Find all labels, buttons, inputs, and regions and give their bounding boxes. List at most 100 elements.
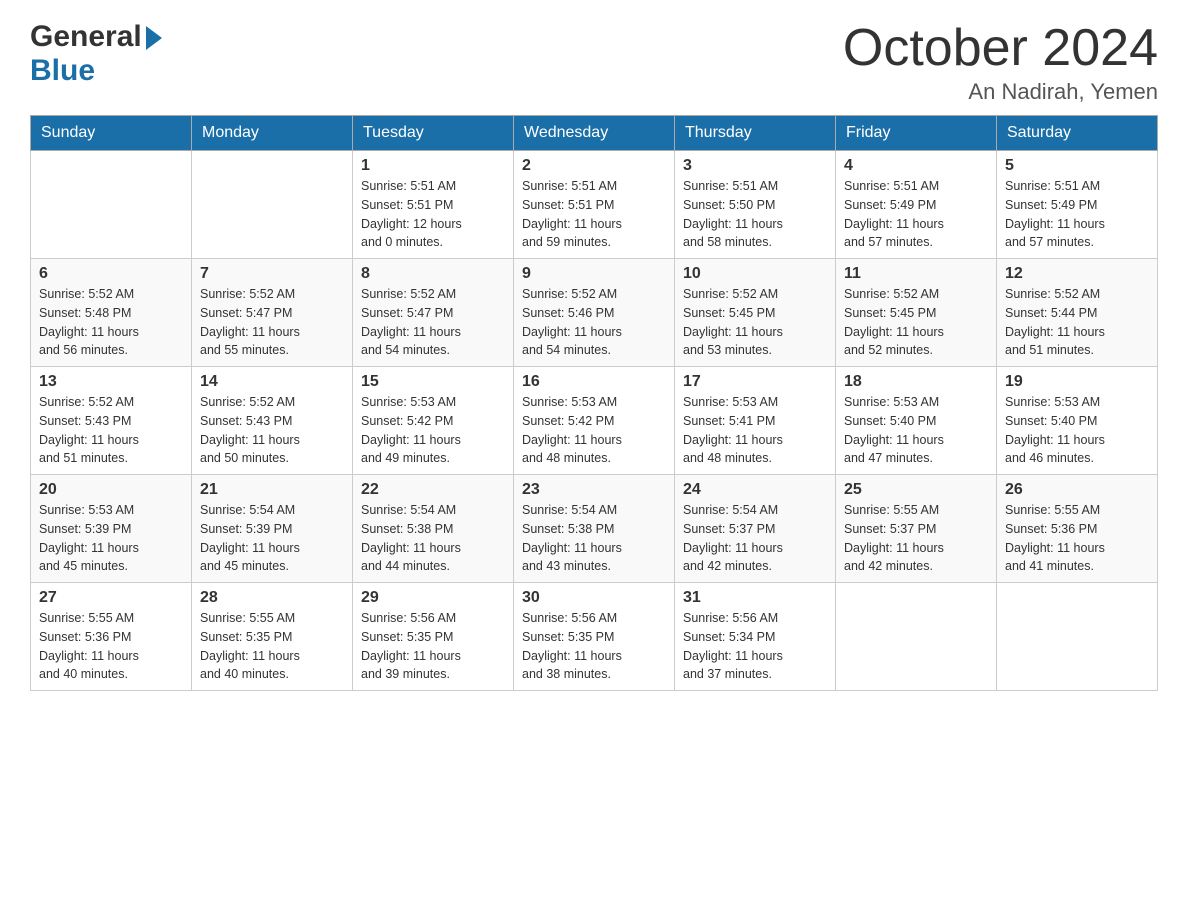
calendar-cell: 18Sunrise: 5:53 AM Sunset: 5:40 PM Dayli… xyxy=(836,367,997,475)
title-section: October 2024 An Nadirah, Yemen xyxy=(843,20,1158,105)
calendar-table: SundayMondayTuesdayWednesdayThursdayFrid… xyxy=(30,115,1158,691)
day-number: 25 xyxy=(844,481,988,499)
day-info: Sunrise: 5:53 AM Sunset: 5:40 PM Dayligh… xyxy=(1005,393,1149,468)
day-info: Sunrise: 5:51 AM Sunset: 5:51 PM Dayligh… xyxy=(522,177,666,252)
logo-general-text: General xyxy=(30,20,142,54)
calendar-cell: 27 Sunrise: 5:55 AM Sunset: 5:36 PM Dayli… xyxy=(31,583,192,691)
day-number: 24 xyxy=(683,481,827,499)
day-info: Sunrise: 5:54 AM Sunset: 5:38 PM Dayligh… xyxy=(361,501,505,576)
day-info: Sunrise: 5:55 AM Sunset: 5:37 PM Dayligh… xyxy=(844,501,988,576)
calendar-week-row: 13 Sunrise: 5:52 AM Sunset: 5:43 PM Dayli… xyxy=(31,367,1158,475)
weekday-header-thursday: Thursday xyxy=(675,116,836,151)
day-number: 6 xyxy=(39,265,183,283)
calendar-week-row: 1 Sunrise: 5:51 AM Sunset: 5:51 PM Daylig… xyxy=(31,151,1158,259)
logo: General Blue xyxy=(30,20,162,88)
day-number: 7 xyxy=(200,265,344,283)
logo-arrow-icon xyxy=(146,26,162,50)
weekday-header-saturday: Saturday xyxy=(997,116,1158,151)
day-number: 28 xyxy=(200,589,344,607)
calendar-cell xyxy=(192,151,353,259)
day-info: Sunrise: 5:56 AM Sunset: 5:34 PM Dayligh… xyxy=(683,609,827,684)
day-number: 16 xyxy=(522,373,666,391)
day-info: Sunrise: 5:55 AM Sunset: 5:35 PM Dayligh… xyxy=(200,609,344,684)
day-info: Sunrise: 5:52 AM Sunset: 5:43 PM Dayligh… xyxy=(39,393,183,468)
logo-blue-text: Blue xyxy=(30,54,95,88)
calendar-cell: 26Sunrise: 5:55 AM Sunset: 5:36 PM Dayli… xyxy=(997,475,1158,583)
calendar-cell: 9 Sunrise: 5:52 AM Sunset: 5:46 PM Daylig… xyxy=(514,259,675,367)
day-info: Sunrise: 5:54 AM Sunset: 5:39 PM Dayligh… xyxy=(200,501,344,576)
calendar-cell: 2 Sunrise: 5:51 AM Sunset: 5:51 PM Daylig… xyxy=(514,151,675,259)
calendar-cell: 11 Sunrise: 5:52 AM Sunset: 5:45 PM Dayli… xyxy=(836,259,997,367)
day-info: Sunrise: 5:53 AM Sunset: 5:40 PM Dayligh… xyxy=(844,393,988,468)
day-number: 27 xyxy=(39,589,183,607)
calendar-cell: 19 Sunrise: 5:53 AM Sunset: 5:40 PM Dayli… xyxy=(997,367,1158,475)
day-info: Sunrise: 5:55 AM Sunset: 5:36 PM Dayligh… xyxy=(1005,501,1149,576)
day-number: 11 xyxy=(844,265,988,283)
day-info: Sunrise: 5:52 AM Sunset: 5:45 PM Dayligh… xyxy=(844,285,988,360)
calendar-cell: 13 Sunrise: 5:52 AM Sunset: 5:43 PM Dayli… xyxy=(31,367,192,475)
weekday-header-row: SundayMondayTuesdayWednesdayThursdayFrid… xyxy=(31,116,1158,151)
page-header: General Blue October 2024 An Nadirah, Ye… xyxy=(30,20,1158,105)
day-number: 4 xyxy=(844,157,988,175)
calendar-cell: 22 Sunrise: 5:54 AM Sunset: 5:38 PM Dayli… xyxy=(353,475,514,583)
calendar-cell: 5 Sunrise: 5:51 AM Sunset: 5:49 PM Daylig… xyxy=(997,151,1158,259)
weekday-header-tuesday: Tuesday xyxy=(353,116,514,151)
day-number: 31 xyxy=(683,589,827,607)
calendar-cell xyxy=(997,583,1158,691)
calendar-cell xyxy=(31,151,192,259)
day-info: Sunrise: 5:51 AM Sunset: 5:49 PM Dayligh… xyxy=(1005,177,1149,252)
day-number: 8 xyxy=(361,265,505,283)
day-info: Sunrise: 5:56 AM Sunset: 5:35 PM Dayligh… xyxy=(361,609,505,684)
day-number: 22 xyxy=(361,481,505,499)
day-number: 10 xyxy=(683,265,827,283)
calendar-cell: 15 Sunrise: 5:53 AM Sunset: 5:42 PM Dayli… xyxy=(353,367,514,475)
calendar-cell: 16 Sunrise: 5:53 AM Sunset: 5:42 PM Dayli… xyxy=(514,367,675,475)
day-info: Sunrise: 5:52 AM Sunset: 5:44 PM Dayligh… xyxy=(1005,285,1149,360)
calendar-cell: 28 Sunrise: 5:55 AM Sunset: 5:35 PM Dayli… xyxy=(192,583,353,691)
day-info: Sunrise: 5:53 AM Sunset: 5:39 PM Dayligh… xyxy=(39,501,183,576)
day-number: 21 xyxy=(200,481,344,499)
day-info: Sunrise: 5:51 AM Sunset: 5:49 PM Dayligh… xyxy=(844,177,988,252)
month-title: October 2024 xyxy=(843,20,1158,77)
day-info: Sunrise: 5:51 AM Sunset: 5:50 PM Dayligh… xyxy=(683,177,827,252)
day-info: Sunrise: 5:52 AM Sunset: 5:47 PM Dayligh… xyxy=(200,285,344,360)
day-number: 15 xyxy=(361,373,505,391)
weekday-header-sunday: Sunday xyxy=(31,116,192,151)
calendar-cell: 30Sunrise: 5:56 AM Sunset: 5:35 PM Dayli… xyxy=(514,583,675,691)
calendar-cell: 20 Sunrise: 5:53 AM Sunset: 5:39 PM Dayli… xyxy=(31,475,192,583)
calendar-cell: 6 Sunrise: 5:52 AM Sunset: 5:48 PM Daylig… xyxy=(31,259,192,367)
day-number: 13 xyxy=(39,373,183,391)
weekday-header-wednesday: Wednesday xyxy=(514,116,675,151)
day-number: 5 xyxy=(1005,157,1149,175)
day-number: 20 xyxy=(39,481,183,499)
day-info: Sunrise: 5:52 AM Sunset: 5:46 PM Dayligh… xyxy=(522,285,666,360)
day-number: 1 xyxy=(361,157,505,175)
calendar-cell: 23 Sunrise: 5:54 AM Sunset: 5:38 PM Dayli… xyxy=(514,475,675,583)
day-number: 19 xyxy=(1005,373,1149,391)
day-info: Sunrise: 5:53 AM Sunset: 5:42 PM Dayligh… xyxy=(361,393,505,468)
day-info: Sunrise: 5:54 AM Sunset: 5:38 PM Dayligh… xyxy=(522,501,666,576)
day-number: 3 xyxy=(683,157,827,175)
day-info: Sunrise: 5:53 AM Sunset: 5:42 PM Dayligh… xyxy=(522,393,666,468)
calendar-cell: 14Sunrise: 5:52 AM Sunset: 5:43 PM Dayli… xyxy=(192,367,353,475)
day-number: 2 xyxy=(522,157,666,175)
day-info: Sunrise: 5:52 AM Sunset: 5:47 PM Dayligh… xyxy=(361,285,505,360)
weekday-header-monday: Monday xyxy=(192,116,353,151)
calendar-cell: 21 Sunrise: 5:54 AM Sunset: 5:39 PM Dayli… xyxy=(192,475,353,583)
day-info: Sunrise: 5:53 AM Sunset: 5:41 PM Dayligh… xyxy=(683,393,827,468)
calendar-cell: 29 Sunrise: 5:56 AM Sunset: 5:35 PM Dayli… xyxy=(353,583,514,691)
calendar-week-row: 6 Sunrise: 5:52 AM Sunset: 5:48 PM Daylig… xyxy=(31,259,1158,367)
calendar-cell: 3 Sunrise: 5:51 AM Sunset: 5:50 PM Daylig… xyxy=(675,151,836,259)
day-info: Sunrise: 5:55 AM Sunset: 5:36 PM Dayligh… xyxy=(39,609,183,684)
day-number: 14 xyxy=(200,373,344,391)
day-info: Sunrise: 5:52 AM Sunset: 5:45 PM Dayligh… xyxy=(683,285,827,360)
day-number: 29 xyxy=(361,589,505,607)
day-number: 23 xyxy=(522,481,666,499)
day-info: Sunrise: 5:52 AM Sunset: 5:48 PM Dayligh… xyxy=(39,285,183,360)
calendar-cell xyxy=(836,583,997,691)
calendar-cell: 8 Sunrise: 5:52 AM Sunset: 5:47 PM Daylig… xyxy=(353,259,514,367)
weekday-header-friday: Friday xyxy=(836,116,997,151)
calendar-cell: 10 Sunrise: 5:52 AM Sunset: 5:45 PM Dayli… xyxy=(675,259,836,367)
day-number: 9 xyxy=(522,265,666,283)
calendar-week-row: 27 Sunrise: 5:55 AM Sunset: 5:36 PM Dayli… xyxy=(31,583,1158,691)
